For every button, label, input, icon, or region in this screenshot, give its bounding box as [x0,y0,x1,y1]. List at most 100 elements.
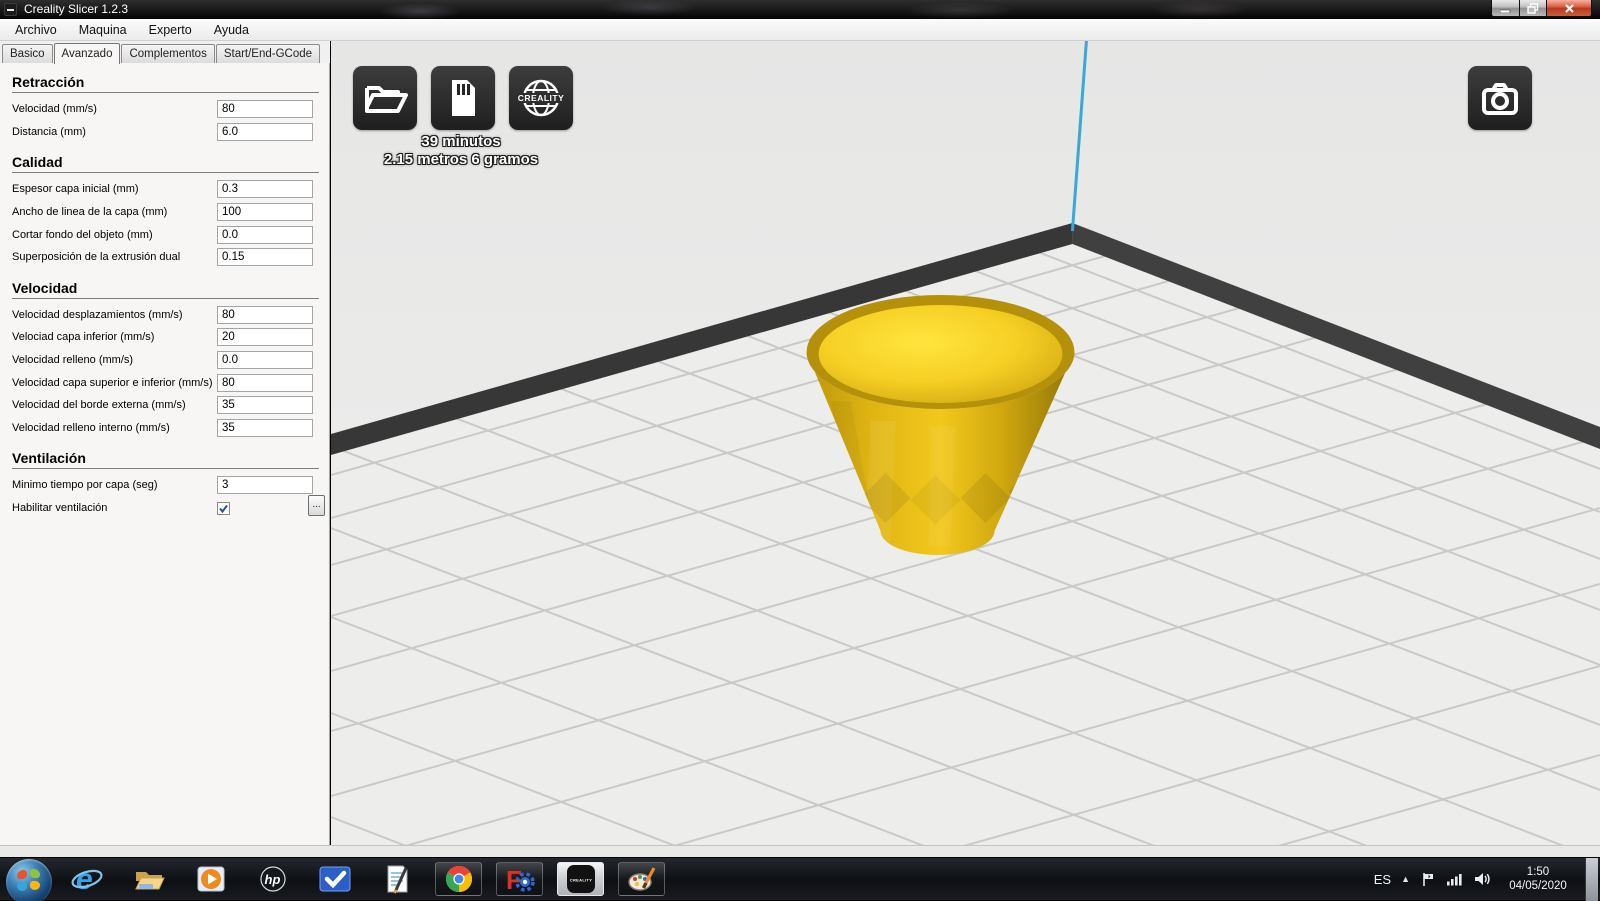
minimize-button[interactable] [1491,0,1520,17]
setting-input-superposicion[interactable] [217,248,313,267]
setting-input-velocidad-retraccion[interactable] [217,100,313,119]
svg-text:e: e [76,863,93,896]
section-rule [12,172,319,174]
setting-input-vel-capa-sup-inf[interactable] [217,373,313,392]
setting-label: Velocidad desplazamientos (mm/s) [12,308,183,321]
taskbar-creality-slicer-button[interactable]: CREALITY [557,862,604,896]
svg-text:hp: hp [265,872,281,887]
language-indicator[interactable]: ES [1374,872,1391,887]
clock[interactable]: 1:50 04/05/2020 [1501,865,1575,893]
taskbar: e hp F CREALITY ES ▲ 1:50 04/05/2020 [0,857,1600,901]
setting-row: Superposición de la extrusión dual [0,246,329,269]
setting-row: Espesor capa inicial (mm) [0,178,329,201]
taskbar-media-player-icon[interactable] [191,861,231,897]
restore-button[interactable] [1520,0,1547,17]
setting-row: Ancho de linea de la capa (mm) [0,201,329,224]
fan-more-options-button[interactable]: ... [308,494,325,516]
tray-time: 1:50 [1526,866,1550,878]
setting-input-minimo-tiempo-capa[interactable] [217,476,313,495]
section-title-velocidad: Velocidad [12,279,78,296]
setting-input-distancia[interactable] [217,122,313,141]
setting-row-checkbox: Habilitar ventilación ... [0,494,329,520]
setting-row: Velocidad capa superior e inferior (mm/s… [0,371,329,394]
taskbar-f-gear-app-button[interactable]: F [496,862,543,896]
menu-maquina[interactable]: Maquina [68,23,138,37]
settings-panel: Retracción Velocidad (mm/s) Distancia (m… [0,63,330,845]
setting-label: Velocidad capa superior e inferior (mm/s… [12,376,213,389]
action-center-flag-icon[interactable] [1420,871,1436,887]
taskbar-paint-button[interactable] [618,862,665,896]
save-to-sd-button[interactable] [431,66,495,130]
setting-input-vel-relleno[interactable] [217,351,313,370]
minimize-icon [1500,9,1511,13]
section-title-retraccion: Retracción [12,74,85,90]
open-file-button[interactable] [353,66,417,130]
sd-card-icon [452,80,475,116]
setting-input-ancho-linea[interactable] [217,203,313,222]
restore-icon [1527,2,1539,14]
taskbar-chrome-button[interactable] [435,862,482,896]
taskbar-hp-connect-icon[interactable] [315,861,355,897]
tab-complementos[interactable]: Complementos [121,44,215,63]
creality-web-button[interactable]: CREALITY [509,66,573,130]
setting-label: Velocidad relleno interno (mm/s) [12,421,170,434]
chrome-icon [445,865,472,893]
hidden-icons-chevron-icon[interactable]: ▲ [1401,874,1410,884]
svg-text:CREALITY: CREALITY [518,93,565,103]
setting-label: Velocidad del borde externa (mm/s) [12,399,186,412]
setting-label: Superposición de la extrusión dual [12,251,181,264]
setting-input-vel-capa-inferior[interactable] [217,328,313,347]
window-title: Creality Slicer 1.2.3 [24,2,129,16]
title-bar: Creality Slicer 1.2.3 [0,0,1600,19]
tab-avanzado[interactable]: Avanzado [53,43,121,64]
print-time: 39 minutos [421,133,501,150]
close-icon [1564,3,1574,13]
setting-label: Espesor capa inicial (mm) [12,183,139,196]
setting-row: Velocidad relleno (mm/s) [0,349,329,372]
app-icon [4,3,17,16]
snapshot-button[interactable] [1468,66,1532,130]
setting-input-espesor-capa[interactable] [217,180,313,199]
setting-label: Velociad capa inferior (mm/s) [12,331,155,344]
taskbar-explorer-icon[interactable] [129,861,169,897]
open-folder-icon [365,86,408,113]
setting-label: Cortar fondo del objeto (mm) [12,228,153,241]
creality-globe-icon: CREALITY [517,79,565,117]
system-tray: ES ▲ 1:50 04/05/2020 [1374,857,1600,901]
3d-viewport[interactable]: CREALITY 39 minutos 2.15 metros 6 gramos [331,41,1600,845]
menu-archivo[interactable]: Archivo [4,23,68,37]
svg-text:F: F [506,865,522,894]
section-title-calidad: Calidad [12,154,63,171]
network-signal-icon[interactable] [1446,872,1463,886]
setting-label: Ancho de linea de la capa (mm) [12,206,168,219]
section-title-ventilacion: Ventilación [12,450,86,467]
taskbar-internet-explorer-icon[interactable]: e [67,861,107,897]
habilitar-ventilacion-checkbox[interactable] [217,501,230,515]
section-rule [12,92,319,93]
volume-icon[interactable] [1473,872,1491,886]
close-button[interactable] [1547,0,1592,17]
tab-start-end-gcode[interactable]: Start/End-GCode [215,44,321,63]
menu-ayuda[interactable]: Ayuda [203,23,260,37]
menu-experto[interactable]: Experto [138,23,203,37]
setting-input-cortar-fondo[interactable] [217,225,313,244]
setting-input-vel-desplazamientos[interactable] [217,305,313,324]
windows-orb-icon [6,858,52,901]
taskbar-notepad-icon[interactable] [377,861,417,897]
tray-date: 04/05/2020 [1509,880,1567,892]
setting-input-vel-borde-externa[interactable] [217,396,313,415]
show-desktop-button[interactable] [1585,857,1598,901]
section-rule [12,297,319,299]
setting-row: Velocidad relleno interno (mm/s) [0,417,329,440]
section-rule [12,468,319,470]
start-button[interactable] [0,858,56,901]
setting-row: Velocidad del borde externa (mm/s) [0,394,329,417]
window-bottom-edge [0,845,1600,857]
setting-row: Velocidad (mm/s) [0,98,329,121]
setting-row: Distancia (mm) [0,121,329,144]
tab-basico[interactable]: Basico [2,44,53,63]
taskbar-hp-icon[interactable]: hp [253,861,293,897]
setting-input-vel-relleno-interno[interactable] [217,418,313,437]
creality-slicer-icon: CREALITY [566,865,595,893]
f-gear-icon: F [506,865,535,894]
